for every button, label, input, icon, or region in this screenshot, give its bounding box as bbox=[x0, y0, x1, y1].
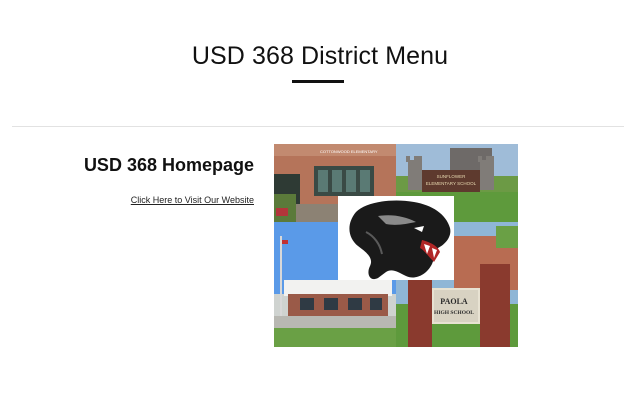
elementary-sign-line1: SUNFLOWER bbox=[437, 174, 467, 179]
visit-website-link[interactable]: Click Here to Visit Our Website bbox=[40, 195, 254, 205]
homepage-heading: USD 368 Homepage bbox=[83, 155, 254, 175]
title-underline bbox=[292, 80, 344, 83]
elementary-sign-line2: ELEMENTARY SCHOOL bbox=[426, 181, 477, 186]
page-title: USD 368 District Menu bbox=[191, 42, 449, 70]
district-menu-page: USD 368 District Menu USD 368 Homepage C… bbox=[0, 0, 640, 400]
high-sign-line1: PAOLA bbox=[440, 297, 468, 306]
building-sign-text: COTTONWOOD ELEMENTARY bbox=[320, 149, 378, 154]
school-photo-collage[interactable]: COTTONWOOD ELEMENTARY SUNFLOWER ELEMENTA… bbox=[274, 144, 518, 347]
panther-logo bbox=[338, 196, 454, 280]
high-sign-line2: HIGH SCHOOL bbox=[434, 310, 474, 316]
section-divider bbox=[12, 126, 624, 127]
